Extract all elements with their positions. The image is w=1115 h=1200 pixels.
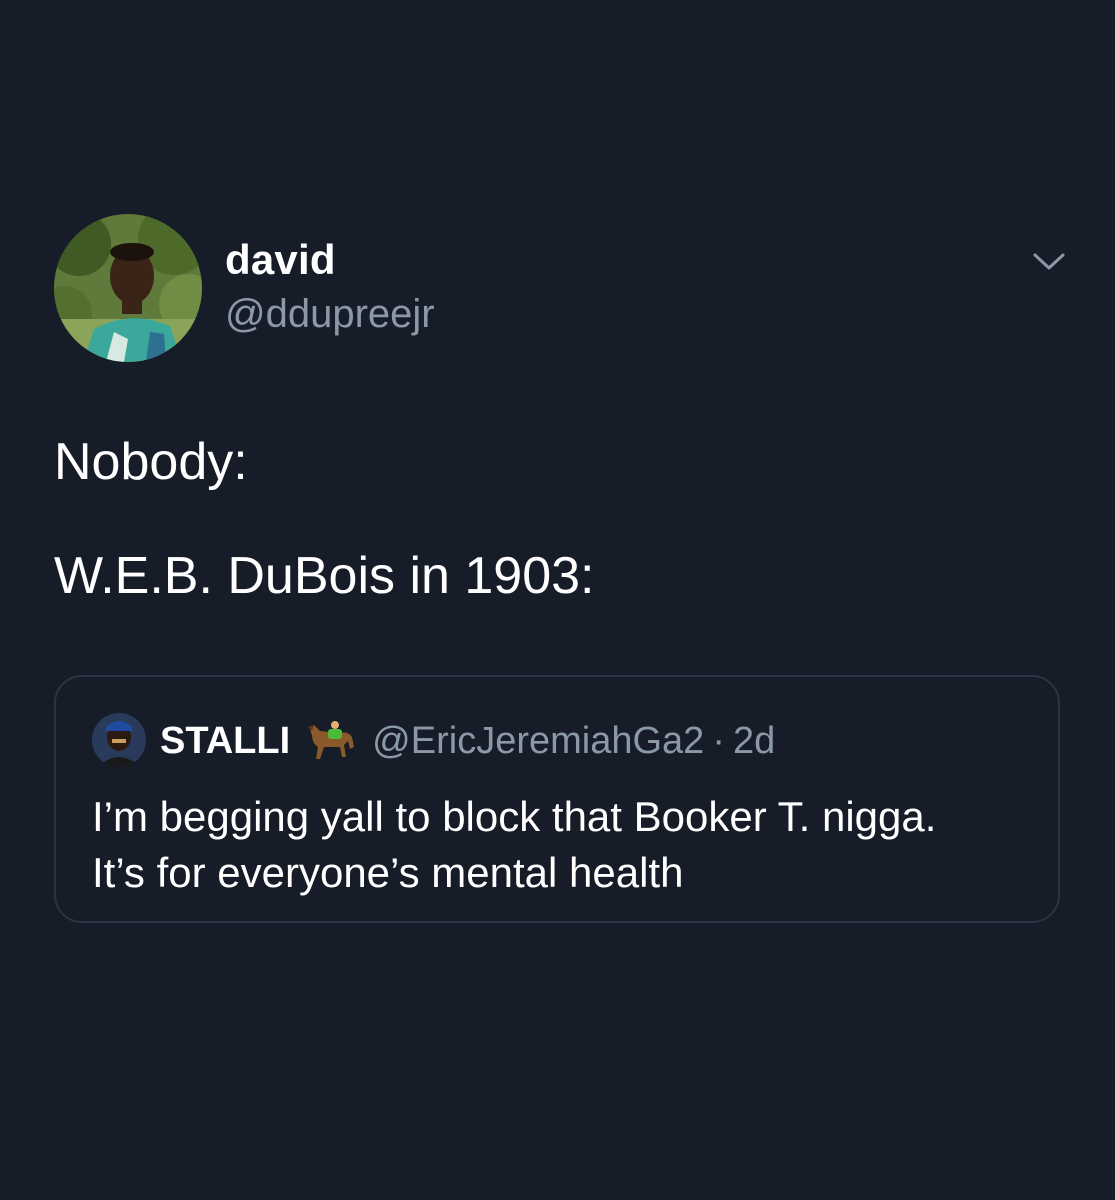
profile-photo xyxy=(92,713,146,767)
quoted-author-handle[interactable]: @EricJeremiahGa2 xyxy=(372,720,704,763)
quoted-author-avatar[interactable] xyxy=(92,713,146,767)
author-avatar[interactable] xyxy=(54,214,202,362)
quoted-text-line: It’s for everyone’s mental health xyxy=(92,849,684,896)
quoted-author-display-name[interactable]: STALLI xyxy=(160,720,290,763)
tweet-text-line: Nobody: xyxy=(54,433,248,491)
author-handle[interactable]: @ddupreejr xyxy=(225,292,435,337)
tweet-text-line: W.E.B. DuBois in 1903: xyxy=(54,547,595,605)
quoted-tweet-header: STALLI @EricJeremiahGa2 · 2d xyxy=(160,715,775,767)
quoted-tweet-text: I’m begging yall to block that Booker T.… xyxy=(92,789,1032,901)
quoted-text-line: I’m begging yall to block that Booker T.… xyxy=(92,793,937,840)
author-display-name[interactable]: david xyxy=(225,236,336,284)
chevron-down-icon[interactable] xyxy=(1030,246,1068,276)
profile-photo xyxy=(54,214,202,362)
horse-racing-icon xyxy=(308,721,355,759)
quoted-tweet-timestamp[interactable]: 2d xyxy=(733,720,775,763)
quoted-tweet-card[interactable]: STALLI @EricJeremiahGa2 · 2d I’m begging… xyxy=(54,675,1060,923)
header-separator: · xyxy=(712,719,725,762)
tweet: david @ddupreejr Nobody: W.E.B. DuBois i… xyxy=(0,0,1115,1200)
